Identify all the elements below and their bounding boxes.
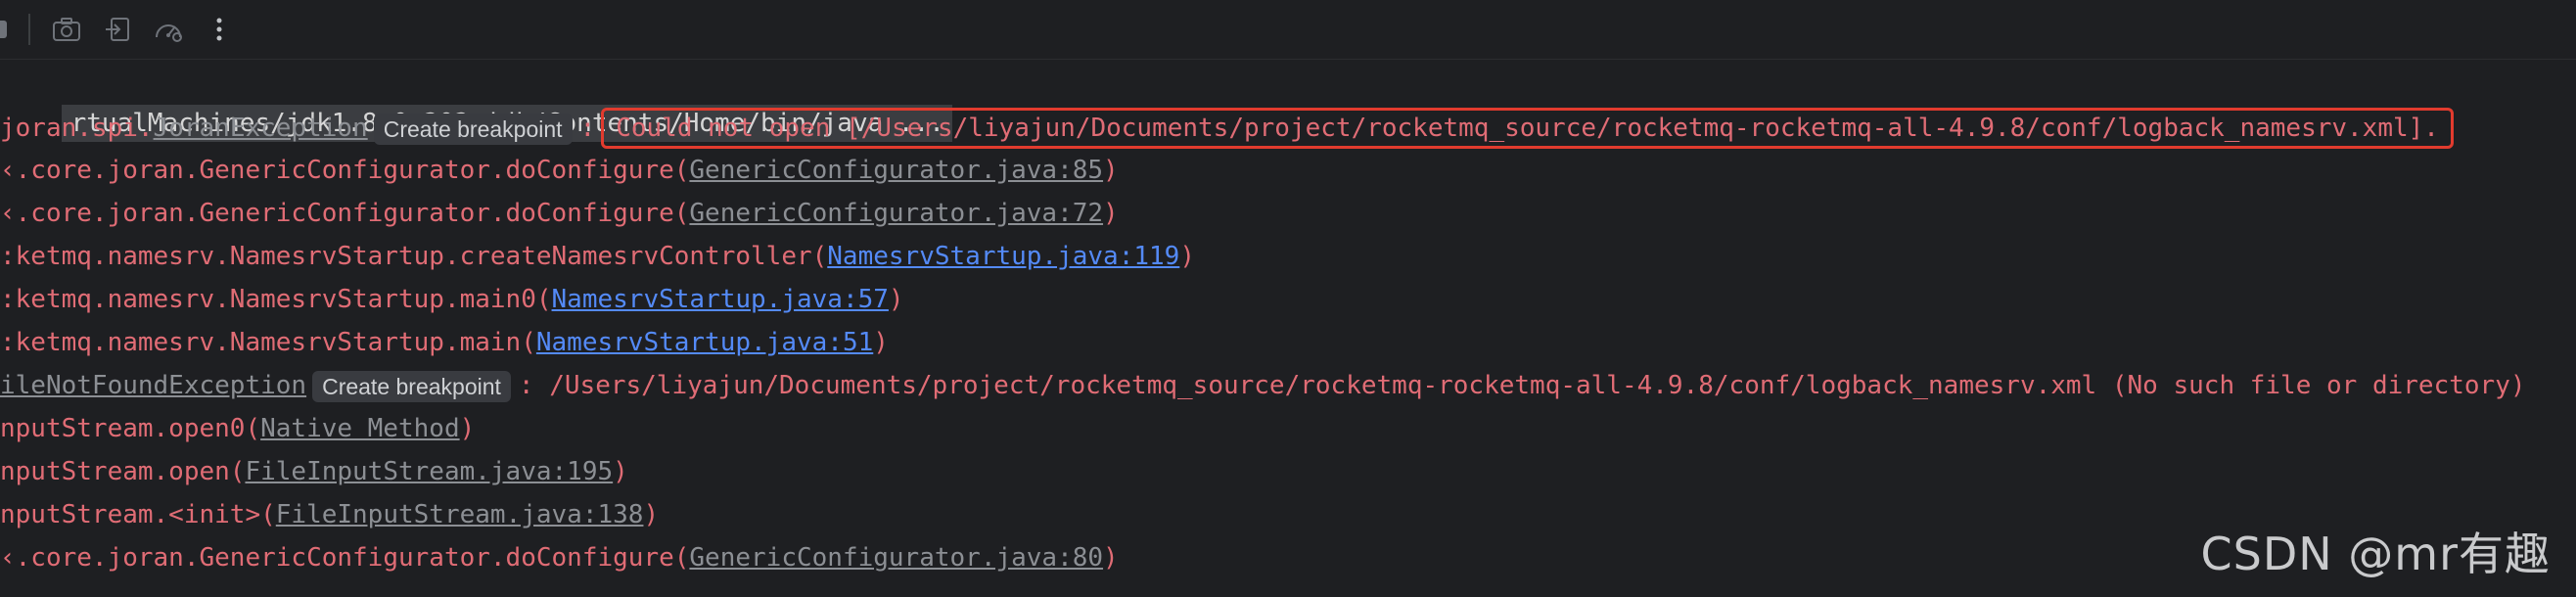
stack-trace-line: :ketmq.namesrv.NamesrvStartup.main0(Name… — [0, 280, 904, 319]
source-link[interactable]: GenericConfigurator.java:85 — [689, 156, 1103, 185]
console-toolbar — [0, 0, 2576, 60]
stack-trace-line: :ketmq.namesrv.NamesrvStartup.main(Names… — [0, 323, 889, 362]
stack-frame-suffix: ) — [873, 328, 889, 357]
stack-frame-text: :ketmq.namesrv.NamesrvStartup.main( — [0, 328, 536, 357]
source-link[interactable]: NamesrvStartup.java:51 — [536, 328, 873, 357]
stack-trace-line: nputStream.open0(Native Method) — [0, 409, 475, 448]
stack-frame-suffix: ) — [643, 500, 660, 529]
stack-trace-line: ‹.core.joran.GenericConfigurator.doConfi… — [0, 538, 1119, 577]
stack-frame-suffix: ) — [459, 414, 476, 443]
source-link[interactable]: NamesrvStartup.java:119 — [827, 242, 1179, 271]
stack-trace-line: :ketmq.namesrv.NamesrvStartup.createName… — [0, 237, 1195, 276]
stack-trace-line: ‹.core.joran.GenericConfigurator.doConfi… — [0, 151, 1119, 190]
exception-message: : /Users/liyajun/Documents/project/rocke… — [518, 371, 2526, 400]
source-link[interactable]: GenericConfigurator.java:72 — [689, 199, 1103, 228]
stack-frame-text: nputStream.open( — [0, 457, 246, 486]
stack-frame-text: ‹.core.joran.GenericConfigurator.doConfi… — [0, 156, 690, 185]
stack-frame-suffix: ) — [613, 457, 628, 486]
command-line: rtualMachines/jdk1.8.0_202.jdk/Contents/… — [0, 65, 952, 142]
source-link[interactable]: GenericConfigurator.java:80 — [689, 543, 1103, 573]
more-vertical-icon[interactable] — [202, 12, 237, 47]
stop-icon[interactable] — [0, 12, 16, 47]
dashboard-icon[interactable] — [151, 12, 186, 47]
stack-frame-text: :ketmq.namesrv.NamesrvStartup.createName… — [0, 242, 828, 271]
exception-colon: : — [579, 114, 596, 143]
stack-trace-line: nputStream.<init>(FileInputStream.java:1… — [0, 495, 659, 534]
exception-class-link[interactable]: ileNotFoundException — [0, 371, 306, 400]
source-link[interactable]: FileInputStream.java:195 — [245, 457, 613, 486]
stack-frame-suffix: ) — [888, 285, 904, 314]
camera-icon[interactable] — [49, 12, 84, 47]
stack-trace-line: ‹.core.joran.GenericConfigurator.doConfi… — [0, 194, 1119, 233]
stack-frame-text: nputStream.open0( — [0, 414, 261, 443]
stack-frame-suffix: ) — [1179, 242, 1195, 271]
stack-frame-suffix: ) — [1103, 199, 1119, 228]
stack-frame-suffix: ) — [1103, 543, 1119, 573]
toolbar-divider — [28, 14, 30, 45]
exception-class-link[interactable]: JoranException — [154, 114, 368, 143]
stack-frame-suffix: ) — [1103, 156, 1119, 185]
login-icon[interactable] — [100, 12, 135, 47]
stack-frame-text: ‹.core.joran.GenericConfigurator.doConfi… — [0, 199, 690, 228]
stack-frame-text: :ketmq.namesrv.NamesrvStartup.main0( — [0, 285, 552, 314]
highlighted-error-message: Could not open [/Users/liyajun/Documents… — [601, 108, 2454, 149]
source-link[interactable]: NamesrvStartup.java:57 — [552, 285, 889, 314]
stack-frame-text: ‹.core.joran.GenericConfigurator.doConfi… — [0, 543, 690, 573]
source-link[interactable]: FileInputStream.java:138 — [276, 500, 644, 529]
exception-line: joran.spi.JoranException Create breakpoin… — [0, 108, 2454, 149]
create-breakpoint-button[interactable]: Create breakpoint — [312, 370, 511, 402]
source-link[interactable]: Native Method — [260, 414, 460, 443]
caused-by-line: ileNotFoundException Create breakpoint: /… — [0, 366, 2526, 405]
create-breakpoint-button[interactable]: Create breakpoint — [373, 113, 573, 145]
stack-trace-line: nputStream.open(FileInputStream.java:195… — [0, 452, 628, 491]
csdn-watermark: CSDN @mr有趣 — [2200, 528, 2551, 580]
stack-frame-text: nputStream.<init>( — [0, 500, 276, 529]
exception-prefix: joran.spi. — [0, 114, 154, 143]
